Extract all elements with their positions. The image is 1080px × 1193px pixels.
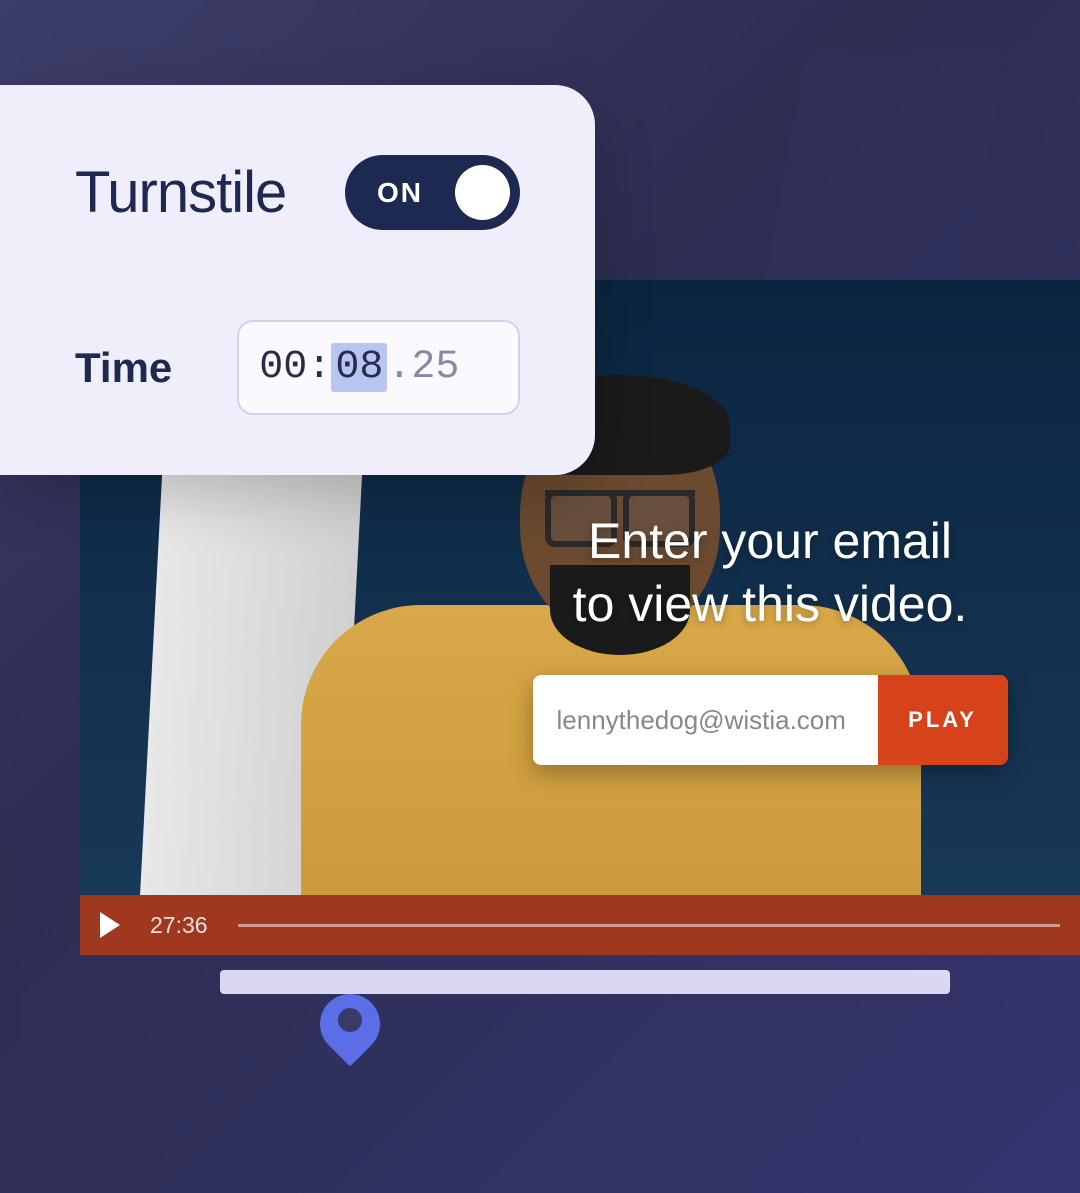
toggle-state-label: ON: [377, 177, 423, 209]
toggle-knob: [455, 165, 510, 220]
turnstile-settings-card: Turnstile ON Time 00:08.25: [0, 85, 595, 475]
timeline-marker[interactable]: [320, 986, 380, 1061]
prompt-line-1: Enter your email: [588, 513, 952, 569]
video-progress-bar[interactable]: [238, 924, 1060, 927]
email-gate-prompt: Enter your email to view this video.: [420, 510, 1080, 635]
marker-hole: [338, 1008, 362, 1032]
time-seconds: 08: [331, 343, 387, 392]
email-gate-overlay: Enter your email to view this video. len…: [420, 510, 1080, 765]
video-duration: 27:36: [150, 912, 208, 939]
email-form: lennythedog@wistia.com PLAY: [533, 675, 1008, 765]
time-input[interactable]: 00:08.25: [237, 320, 520, 415]
time-frames: 25: [411, 345, 459, 390]
time-minutes: 00: [259, 345, 307, 390]
play-icon[interactable]: [100, 912, 120, 938]
time-label: Time: [75, 344, 172, 392]
email-placeholder-text: lennythedog@wistia.com: [557, 705, 846, 736]
email-input[interactable]: lennythedog@wistia.com: [533, 675, 878, 765]
play-button[interactable]: PLAY: [878, 675, 1008, 765]
turnstile-toggle[interactable]: ON: [345, 155, 520, 230]
video-controls-bar: 27:36: [80, 895, 1080, 955]
settings-title: Turnstile: [75, 159, 286, 226]
prompt-line-2: to view this video.: [573, 576, 968, 632]
